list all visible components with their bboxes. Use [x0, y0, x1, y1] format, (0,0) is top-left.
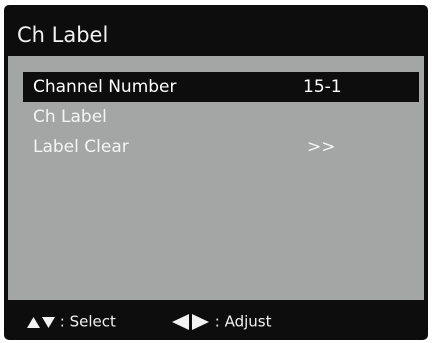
menu-item-channel-number[interactable]: Channel Number 15-1: [23, 72, 419, 102]
menu-item-label: Channel Number: [33, 77, 177, 97]
adjust-hint-label: : Adjust: [214, 312, 272, 331]
adjust-hint: : Adjust: [172, 311, 272, 331]
menu-item-value: >>: [307, 137, 336, 157]
menu-item-value: 15-1: [303, 77, 342, 97]
menu-panel: Channel Number 15-1 Ch Label Label Clear…: [8, 56, 424, 300]
page-title: Ch Label: [17, 23, 109, 47]
menu-item-label: Ch Label: [33, 107, 107, 127]
osd-menu-window: Ch Label Channel Number 15-1 Ch Label La…: [4, 5, 428, 340]
menu-item-label-clear[interactable]: Label Clear >>: [23, 132, 419, 162]
up-down-triangle-icon: [27, 312, 60, 330]
menu-item-ch-label[interactable]: Ch Label: [23, 102, 419, 132]
select-hint: : Select: [27, 311, 116, 331]
key-hint-bar: : Select : Adjust: [4, 300, 428, 340]
menu-item-label: Label Clear: [33, 137, 129, 157]
left-right-triangle-icon: [172, 312, 215, 330]
select-hint-label: : Select: [59, 312, 116, 331]
